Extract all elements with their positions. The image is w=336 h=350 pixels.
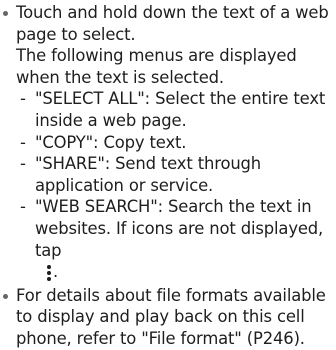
dash-marker: - [20, 154, 26, 174]
document-body: Touch and hold down the text of a web pa… [0, 0, 336, 350]
bullet-line: The following menus are displayed when t… [16, 46, 297, 87]
dash-marker: - [20, 89, 26, 109]
bullet-line: Touch and hold down the text of a web pa… [16, 3, 329, 44]
dash-marker: - [20, 132, 26, 152]
menu-item-text: "WEB SEARCH": Search the text in website… [35, 197, 324, 260]
menu-item-web-search: - "WEB SEARCH": Search the text in websi… [16, 196, 336, 282]
menu-list: - "SELECT ALL": Select the entire text i… [16, 88, 336, 282]
sentence-period: . [53, 262, 59, 282]
dash-marker: - [20, 197, 26, 217]
bullet-dot [3, 11, 8, 16]
menu-item-text: "COPY": Copy text. [35, 132, 187, 152]
menu-item-text: "SHARE": Send text through application o… [35, 154, 262, 195]
menu-item-share: - "SHARE": Send text through application… [16, 153, 336, 196]
more-vertical-icon [47, 264, 51, 282]
bullet-item-file-formats: For details about file formats available… [0, 285, 336, 350]
bullet-item-text-selection: Touch and hold down the text of a web pa… [0, 2, 336, 283]
bullet-line: For details about file formats available… [16, 285, 326, 348]
menu-item-text: "SELECT ALL": Select the entire text ins… [35, 89, 326, 130]
menu-item-copy: - "COPY": Copy text. [16, 132, 336, 154]
menu-item-select-all: - "SELECT ALL": Select the entire text i… [16, 88, 336, 131]
bullet-dot [3, 293, 8, 299]
